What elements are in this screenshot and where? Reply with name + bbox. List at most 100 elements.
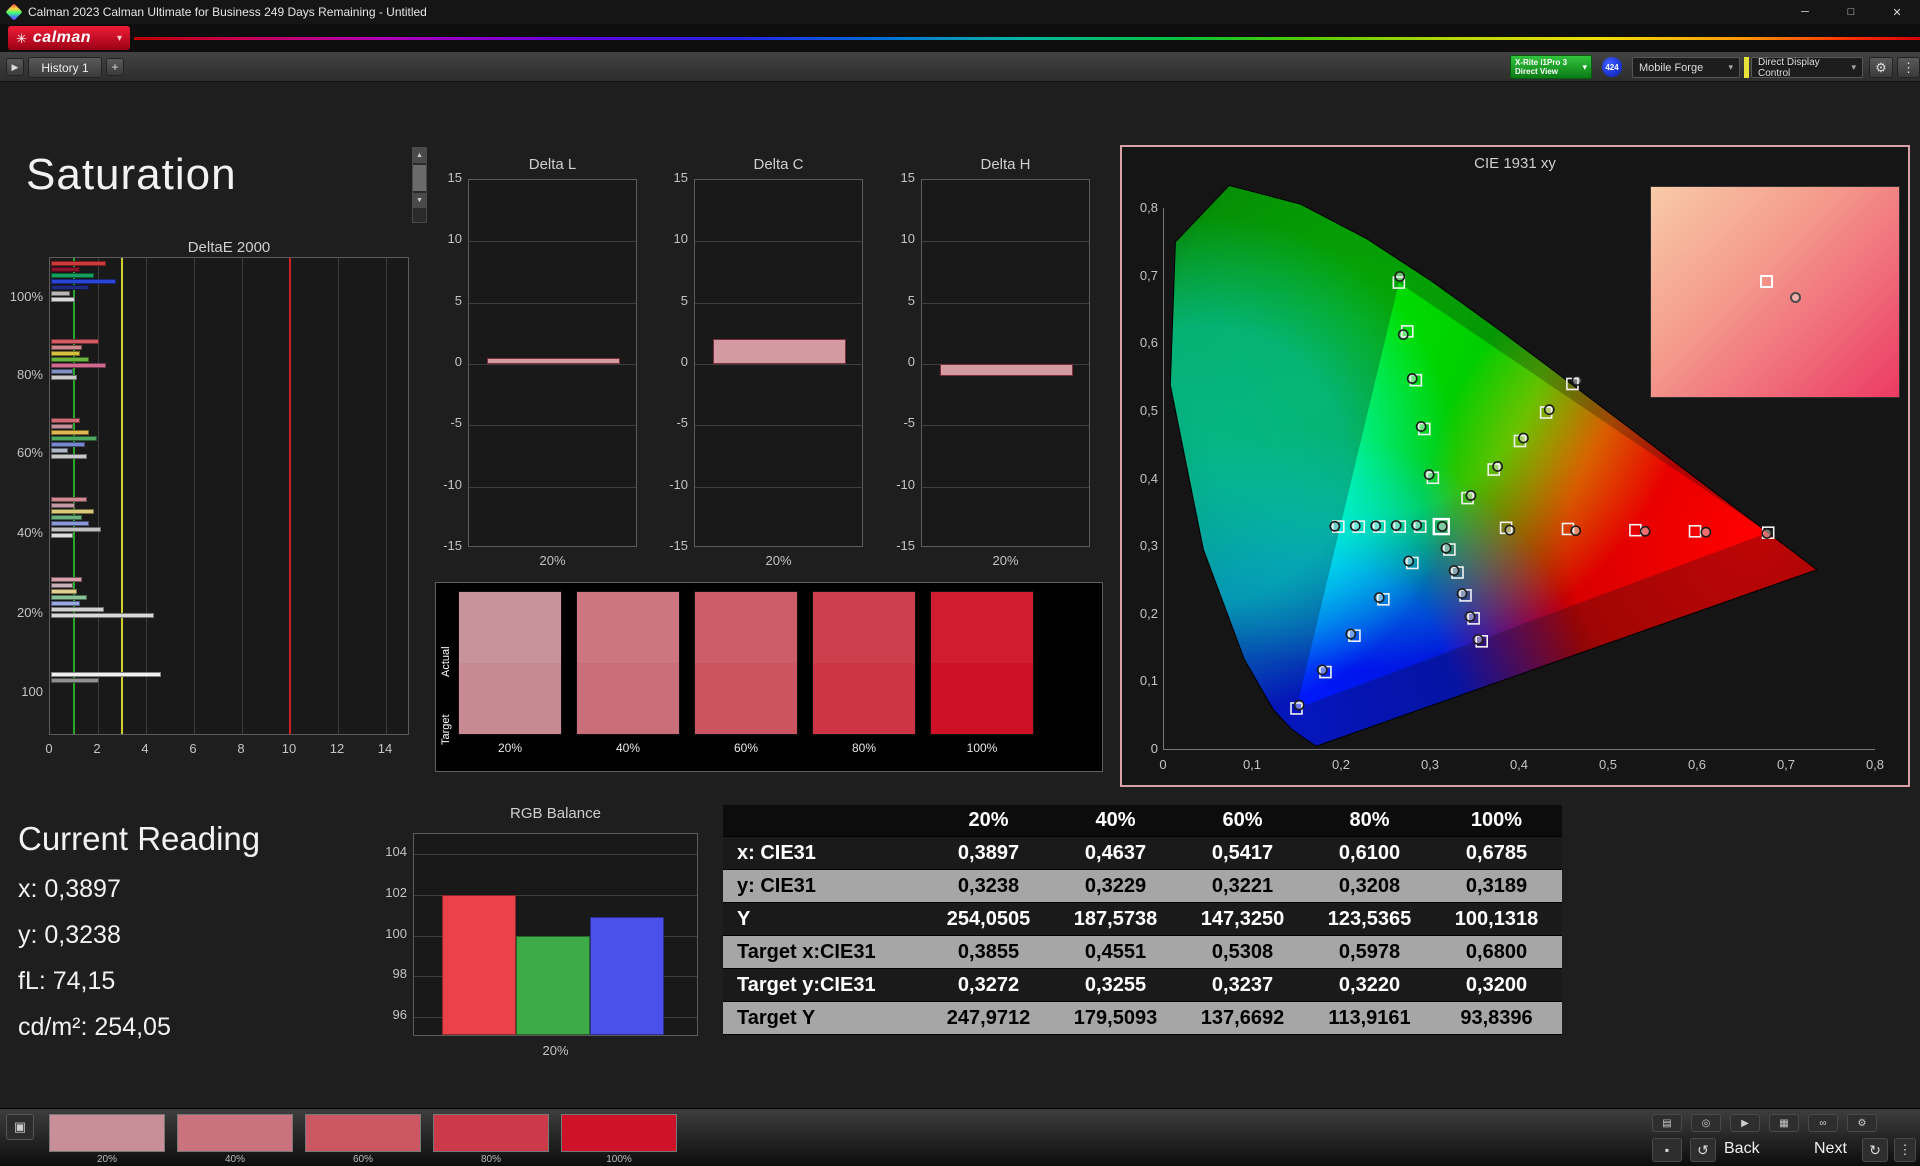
close-button[interactable]: ✕ — [1874, 0, 1920, 24]
axis-tick-label: 0,7 — [1776, 757, 1796, 772]
measured-marker-icon — [1570, 525, 1582, 537]
gridline — [922, 302, 1089, 304]
x-axis-line — [1163, 749, 1875, 750]
pattern-button[interactable]: ▦ — [1769, 1114, 1799, 1132]
pattern-swatch-40%[interactable] — [177, 1114, 293, 1152]
more-tools-icon[interactable]: ⋮ — [1894, 1138, 1916, 1162]
calman-menu-button[interactable]: ✳ calman ▾ — [8, 26, 130, 50]
gridline — [98, 258, 99, 734]
saturation-swatch — [694, 591, 798, 735]
axis-tick-label: 14 — [377, 741, 393, 756]
axis-tick-label: 2 — [93, 741, 101, 756]
target-marker-icon — [1760, 275, 1774, 289]
expand-history-button[interactable]: ▶ — [6, 58, 24, 76]
table-cell: 0,3221 — [1211, 874, 1274, 897]
row-label: Target y:CIE31 — [737, 973, 876, 996]
calman-logo-text: calman — [32, 29, 92, 46]
minimize-button[interactable]: ─ — [1782, 0, 1828, 24]
pattern-swatch-100%[interactable] — [561, 1114, 677, 1152]
section-title: Current Reading — [18, 820, 261, 857]
pattern-window-button[interactable]: ▣ — [6, 1114, 34, 1140]
tab-history-1[interactable]: History 1 — [28, 57, 102, 78]
axis-tick-label: 6 — [189, 741, 197, 756]
pattern-source-dropdown[interactable]: Mobile Forge ▾ — [1632, 57, 1740, 78]
scroll-down-icon[interactable]: ▼ — [413, 193, 426, 208]
swatch-label: 20% — [96, 1154, 117, 1165]
source-status-indicator — [1744, 57, 1749, 78]
current-reading: Current Reading x: 0,3897 y: 0,3238 fL: 74… — [18, 820, 260, 1042]
next-button[interactable]: Next — [1814, 1140, 1847, 1158]
axis-tick-label: 10 — [447, 231, 462, 247]
axis-tick-label: 12 — [329, 741, 345, 756]
delta-bar — [487, 357, 620, 364]
gridline — [922, 486, 1089, 488]
axis-tick-label: 5 — [454, 292, 462, 308]
table-cell: 0,3189 — [1465, 874, 1528, 897]
deltae-bar — [51, 284, 90, 290]
gridline — [194, 258, 195, 734]
add-history-button[interactable]: + — [106, 58, 124, 76]
measured-marker-icon — [1472, 634, 1484, 645]
gridline — [469, 425, 636, 427]
axis-tick-label: 98 — [392, 966, 407, 982]
axis-tick-label: 5 — [680, 292, 688, 308]
more-options-button[interactable]: ⋮ — [1897, 57, 1920, 78]
color-wheel-icon: ✳ — [16, 30, 27, 46]
axis-tick-label: 0,3 — [1420, 757, 1440, 772]
maximize-button[interactable]: □ — [1828, 0, 1874, 24]
deltae-bar — [51, 417, 80, 423]
axis-tick-label: 10 — [673, 231, 688, 247]
gridline — [695, 364, 862, 365]
play-button[interactable]: ▶ — [1730, 1114, 1760, 1132]
deltae-bar — [51, 527, 102, 533]
table-cell: 0,3255 — [1084, 973, 1147, 996]
back-button[interactable]: Back — [1724, 1140, 1760, 1158]
power-button[interactable]: ◎ — [1691, 1114, 1721, 1132]
delta-bar — [940, 364, 1073, 377]
scroll-thumb[interactable] — [413, 165, 426, 191]
measured-marker-icon — [1761, 528, 1773, 539]
measured-marker-icon — [1415, 421, 1427, 432]
next-icon[interactable]: ↻ — [1862, 1138, 1888, 1162]
column-header: 60% — [1222, 809, 1263, 831]
display-control-dropdown[interactable]: Direct Display Control ▾ — [1751, 57, 1863, 79]
link-button[interactable]: ∞ — [1808, 1114, 1838, 1132]
table-cell: 0,3200 — [1465, 973, 1528, 996]
pattern-swatch-80%[interactable] — [433, 1114, 549, 1152]
meter-mode: Direct View — [1515, 67, 1558, 76]
axis-tick-label: 4 — [141, 741, 149, 756]
scroll-up-icon[interactable]: ▲ — [413, 148, 426, 163]
tools-gear-button[interactable]: ⚙ — [1847, 1114, 1877, 1132]
axis-tick-label: 0,8 — [1139, 200, 1158, 216]
table-cell: 0,3272 — [957, 973, 1020, 996]
window-titlebar: Calman 2023 Calman Ultimate for Business… — [0, 0, 1920, 24]
stop-button[interactable]: ▪ — [1652, 1138, 1682, 1162]
chart-title: Delta H — [980, 156, 1031, 173]
scrollbar[interactable]: ▲ ▼ — [412, 147, 427, 223]
deltae-bar — [51, 601, 80, 607]
pattern-swatch-20%[interactable] — [49, 1114, 165, 1152]
status-badge[interactable]: 424 — [1602, 57, 1622, 77]
measured-marker-icon — [1345, 628, 1357, 640]
deltae-bar — [51, 577, 83, 583]
swatch-label: 60% — [352, 1154, 373, 1165]
deltae-bar — [51, 677, 99, 683]
deltae-bar — [51, 441, 85, 447]
delta-h-plot-area — [921, 179, 1090, 547]
gridline — [469, 302, 636, 304]
table-cell: 0,3208 — [1338, 874, 1401, 897]
gridline — [242, 258, 243, 734]
measured-marker-icon — [1329, 520, 1341, 532]
table-cell: 254,0505 — [946, 907, 1031, 930]
back-icon[interactable]: ↺ — [1690, 1138, 1716, 1162]
meter-dropdown[interactable]: X-Rite i1Pro 3 Direct View ▾ — [1510, 55, 1592, 79]
display-button[interactable]: ▤ — [1652, 1114, 1682, 1132]
swatch-label: 80% — [851, 741, 877, 755]
pattern-swatch-60%[interactable] — [305, 1114, 421, 1152]
deltae-bar — [51, 423, 73, 429]
gridline — [922, 425, 1089, 427]
gridline — [695, 302, 862, 304]
settings-gear-button[interactable]: ⚙ — [1869, 57, 1893, 78]
table-cell: 0,6800 — [1465, 940, 1528, 963]
axis-label: 20% — [542, 1043, 569, 1058]
